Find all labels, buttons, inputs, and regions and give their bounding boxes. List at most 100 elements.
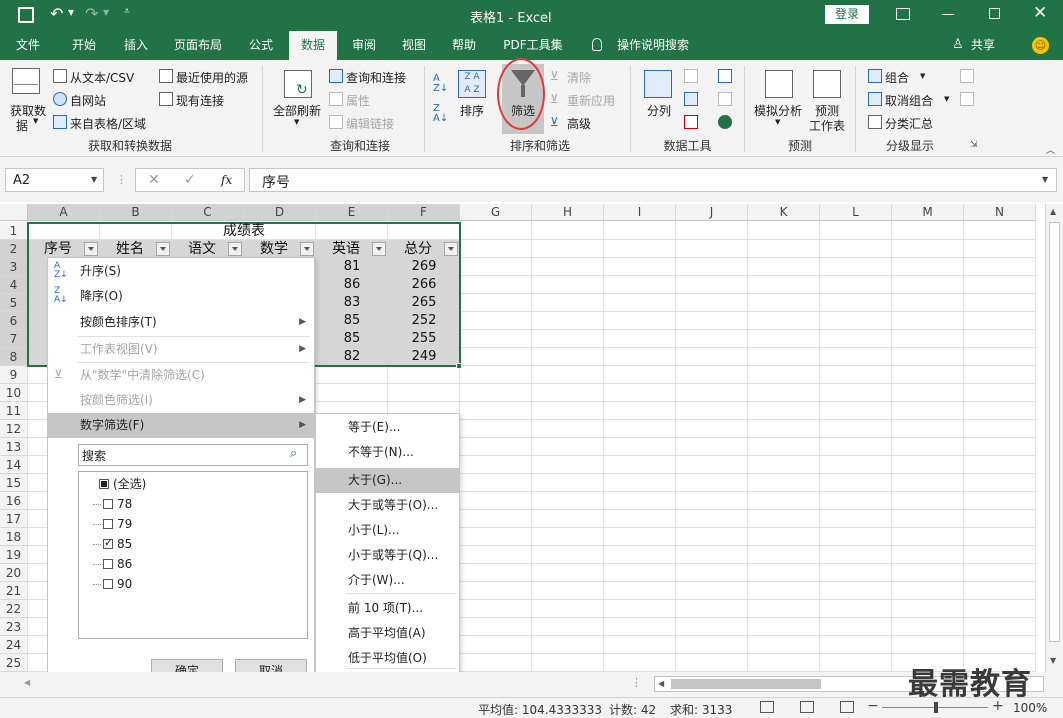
column-header-g[interactable]: G (460, 204, 532, 221)
queries-connections-button[interactable]: 查询和连接 (346, 69, 406, 86)
remove-duplicates-icon[interactable] (684, 92, 698, 106)
filter-menu-item[interactable]: 按颜色筛选(I) ▶ (48, 388, 314, 413)
page-break-view-icon[interactable] (840, 701, 854, 713)
data-cell[interactable]: 86 (316, 276, 388, 294)
row-header-17[interactable]: 17 (0, 510, 28, 528)
column-header-h[interactable]: H (532, 204, 604, 221)
row-header-8[interactable]: 8 (0, 348, 28, 366)
column-header-b[interactable]: B (100, 204, 172, 221)
edit-links-button[interactable]: 编辑链接 (346, 115, 394, 132)
column-header-i[interactable]: I (604, 204, 676, 221)
sort-za-icon[interactable]: Z A↓ (433, 104, 448, 124)
name-box[interactable]: A2 ▼ (5, 168, 104, 192)
properties-button[interactable]: 属性 (346, 92, 370, 109)
flash-fill-icon[interactable] (684, 69, 698, 83)
number-filter-item[interactable]: 高于平均值(A) (316, 621, 459, 646)
chevron-down-icon[interactable]: ▼ (1042, 175, 1048, 184)
save-icon[interactable] (18, 7, 34, 23)
chevron-down-icon[interactable]: ▼ (91, 175, 97, 184)
enter-icon[interactable]: ✓ (184, 172, 196, 188)
forecast-sheet-button-line2[interactable]: 工作表 (809, 117, 845, 134)
row-header-1[interactable]: 1 (0, 222, 28, 240)
number-filter-item[interactable]: 大于(G)... (316, 468, 459, 493)
tab-view[interactable]: 视图 (391, 31, 437, 60)
filter-menu-item[interactable]: 数字筛选(F) ▶ (48, 413, 314, 438)
recent-sources-button[interactable]: 最近使用的源 (176, 69, 248, 86)
tab-review[interactable]: 审阅 (341, 31, 387, 60)
existing-connections-button[interactable]: 现有连接 (176, 92, 224, 109)
row-header-14[interactable]: 14 (0, 456, 28, 474)
row-header-5[interactable]: 5 (0, 294, 28, 312)
row-header-11[interactable]: 11 (0, 402, 28, 420)
row-header-21[interactable]: 21 (0, 582, 28, 600)
smiley-icon[interactable]: ☺ (1032, 37, 1049, 54)
cancel-icon[interactable]: ✕ (148, 172, 160, 188)
column-header-k[interactable]: K (748, 204, 820, 221)
number-filter-item[interactable]: 介于(W)... (316, 568, 459, 593)
data-cell[interactable]: 85 (316, 330, 388, 348)
sort-az-icon[interactable]: A Z↓ (433, 74, 448, 94)
row-header-9[interactable]: 9 (0, 366, 28, 384)
normal-view-icon[interactable] (760, 701, 774, 713)
tab-data[interactable]: 数据 (289, 31, 337, 60)
row-header-4[interactable]: 4 (0, 276, 28, 294)
page-layout-view-icon[interactable] (800, 701, 814, 713)
column-header-c[interactable]: C (172, 204, 244, 221)
zoom-out-icon[interactable]: − (867, 698, 879, 714)
row-header-6[interactable]: 6 (0, 312, 28, 330)
from-text-csv-button[interactable]: 从文本/CSV (70, 69, 134, 86)
group-button[interactable]: 组合 (885, 69, 909, 86)
tab-file[interactable]: 文件 (4, 31, 52, 60)
tab-formulas[interactable]: 公式 (238, 31, 284, 60)
column-header-m[interactable]: M (892, 204, 964, 221)
row-header-15[interactable]: 15 (0, 474, 28, 492)
redo-icon[interactable]: ↷ (85, 4, 98, 23)
scroll-left-icon[interactable]: ◀ (24, 678, 30, 687)
tab-help[interactable]: 帮助 (441, 31, 487, 60)
maximize-icon[interactable] (989, 8, 1000, 19)
show-detail-icon[interactable] (960, 69, 974, 83)
row-header-18[interactable]: 18 (0, 528, 28, 546)
consolidate-icon[interactable] (718, 69, 732, 83)
advanced-button[interactable]: 高级 (567, 115, 591, 132)
data-cell[interactable]: 82 (316, 348, 388, 366)
data-cell[interactable]: 269 (388, 258, 460, 276)
search-input[interactable]: 搜索 (82, 447, 106, 464)
column-header-l[interactable]: L (820, 204, 892, 221)
number-filter-item[interactable]: 不等于(N)... (316, 440, 459, 465)
column-header-n[interactable]: N (964, 204, 1036, 221)
column-header-j[interactable]: J (676, 204, 748, 221)
row-header-10[interactable]: 10 (0, 384, 28, 402)
formula-input[interactable]: 序号 ▼ (249, 168, 1057, 192)
filter-checkbox-item[interactable]: ✓ 85 (93, 534, 132, 554)
ribbon-display-icon[interactable] (896, 8, 910, 20)
redo-dropdown-icon[interactable]: ▼ (103, 8, 109, 17)
scroll-left-arrow-icon[interactable]: ◀ (658, 679, 664, 688)
get-data-button-line2[interactable]: 据 (16, 117, 28, 134)
row-header-22[interactable]: 22 (0, 600, 28, 618)
filter-menu-item[interactable]: 升序(S) (48, 259, 314, 284)
row-header-7[interactable]: 7 (0, 330, 28, 348)
filter-checkbox-item[interactable]: 86 (93, 554, 132, 574)
data-cell[interactable]: 85 (316, 312, 388, 330)
filter-value-list[interactable]: (全选) 78 79 ✓ 85 86 90 (78, 471, 308, 639)
dialog-launcher-icon[interactable]: ⇲ (970, 140, 978, 150)
checkbox[interactable] (103, 559, 113, 569)
filter-dropdown-button[interactable] (444, 242, 458, 256)
row-header-13[interactable]: 13 (0, 438, 28, 456)
filter-checkbox-item[interactable]: 90 (93, 574, 132, 594)
filter-checkbox-item[interactable]: 78 (93, 494, 132, 514)
row-header-19[interactable]: 19 (0, 546, 28, 564)
column-header-a[interactable]: A (28, 204, 100, 221)
data-cell[interactable]: 265 (388, 294, 460, 312)
data-cell[interactable]: 249 (388, 348, 460, 366)
hide-detail-icon[interactable] (960, 92, 974, 106)
scroll-thumb[interactable] (671, 679, 821, 689)
zoom-level[interactable]: 100% (1013, 701, 1047, 715)
checkbox[interactable]: ✓ (103, 536, 113, 549)
sheet-title[interactable]: 成绩表 (28, 222, 460, 240)
customize-qat-icon[interactable]: ⩡ (124, 6, 130, 17)
text-to-columns-button[interactable]: 分列 (647, 102, 671, 119)
checkbox[interactable] (103, 579, 113, 589)
from-web-button[interactable]: 自网站 (70, 92, 106, 109)
